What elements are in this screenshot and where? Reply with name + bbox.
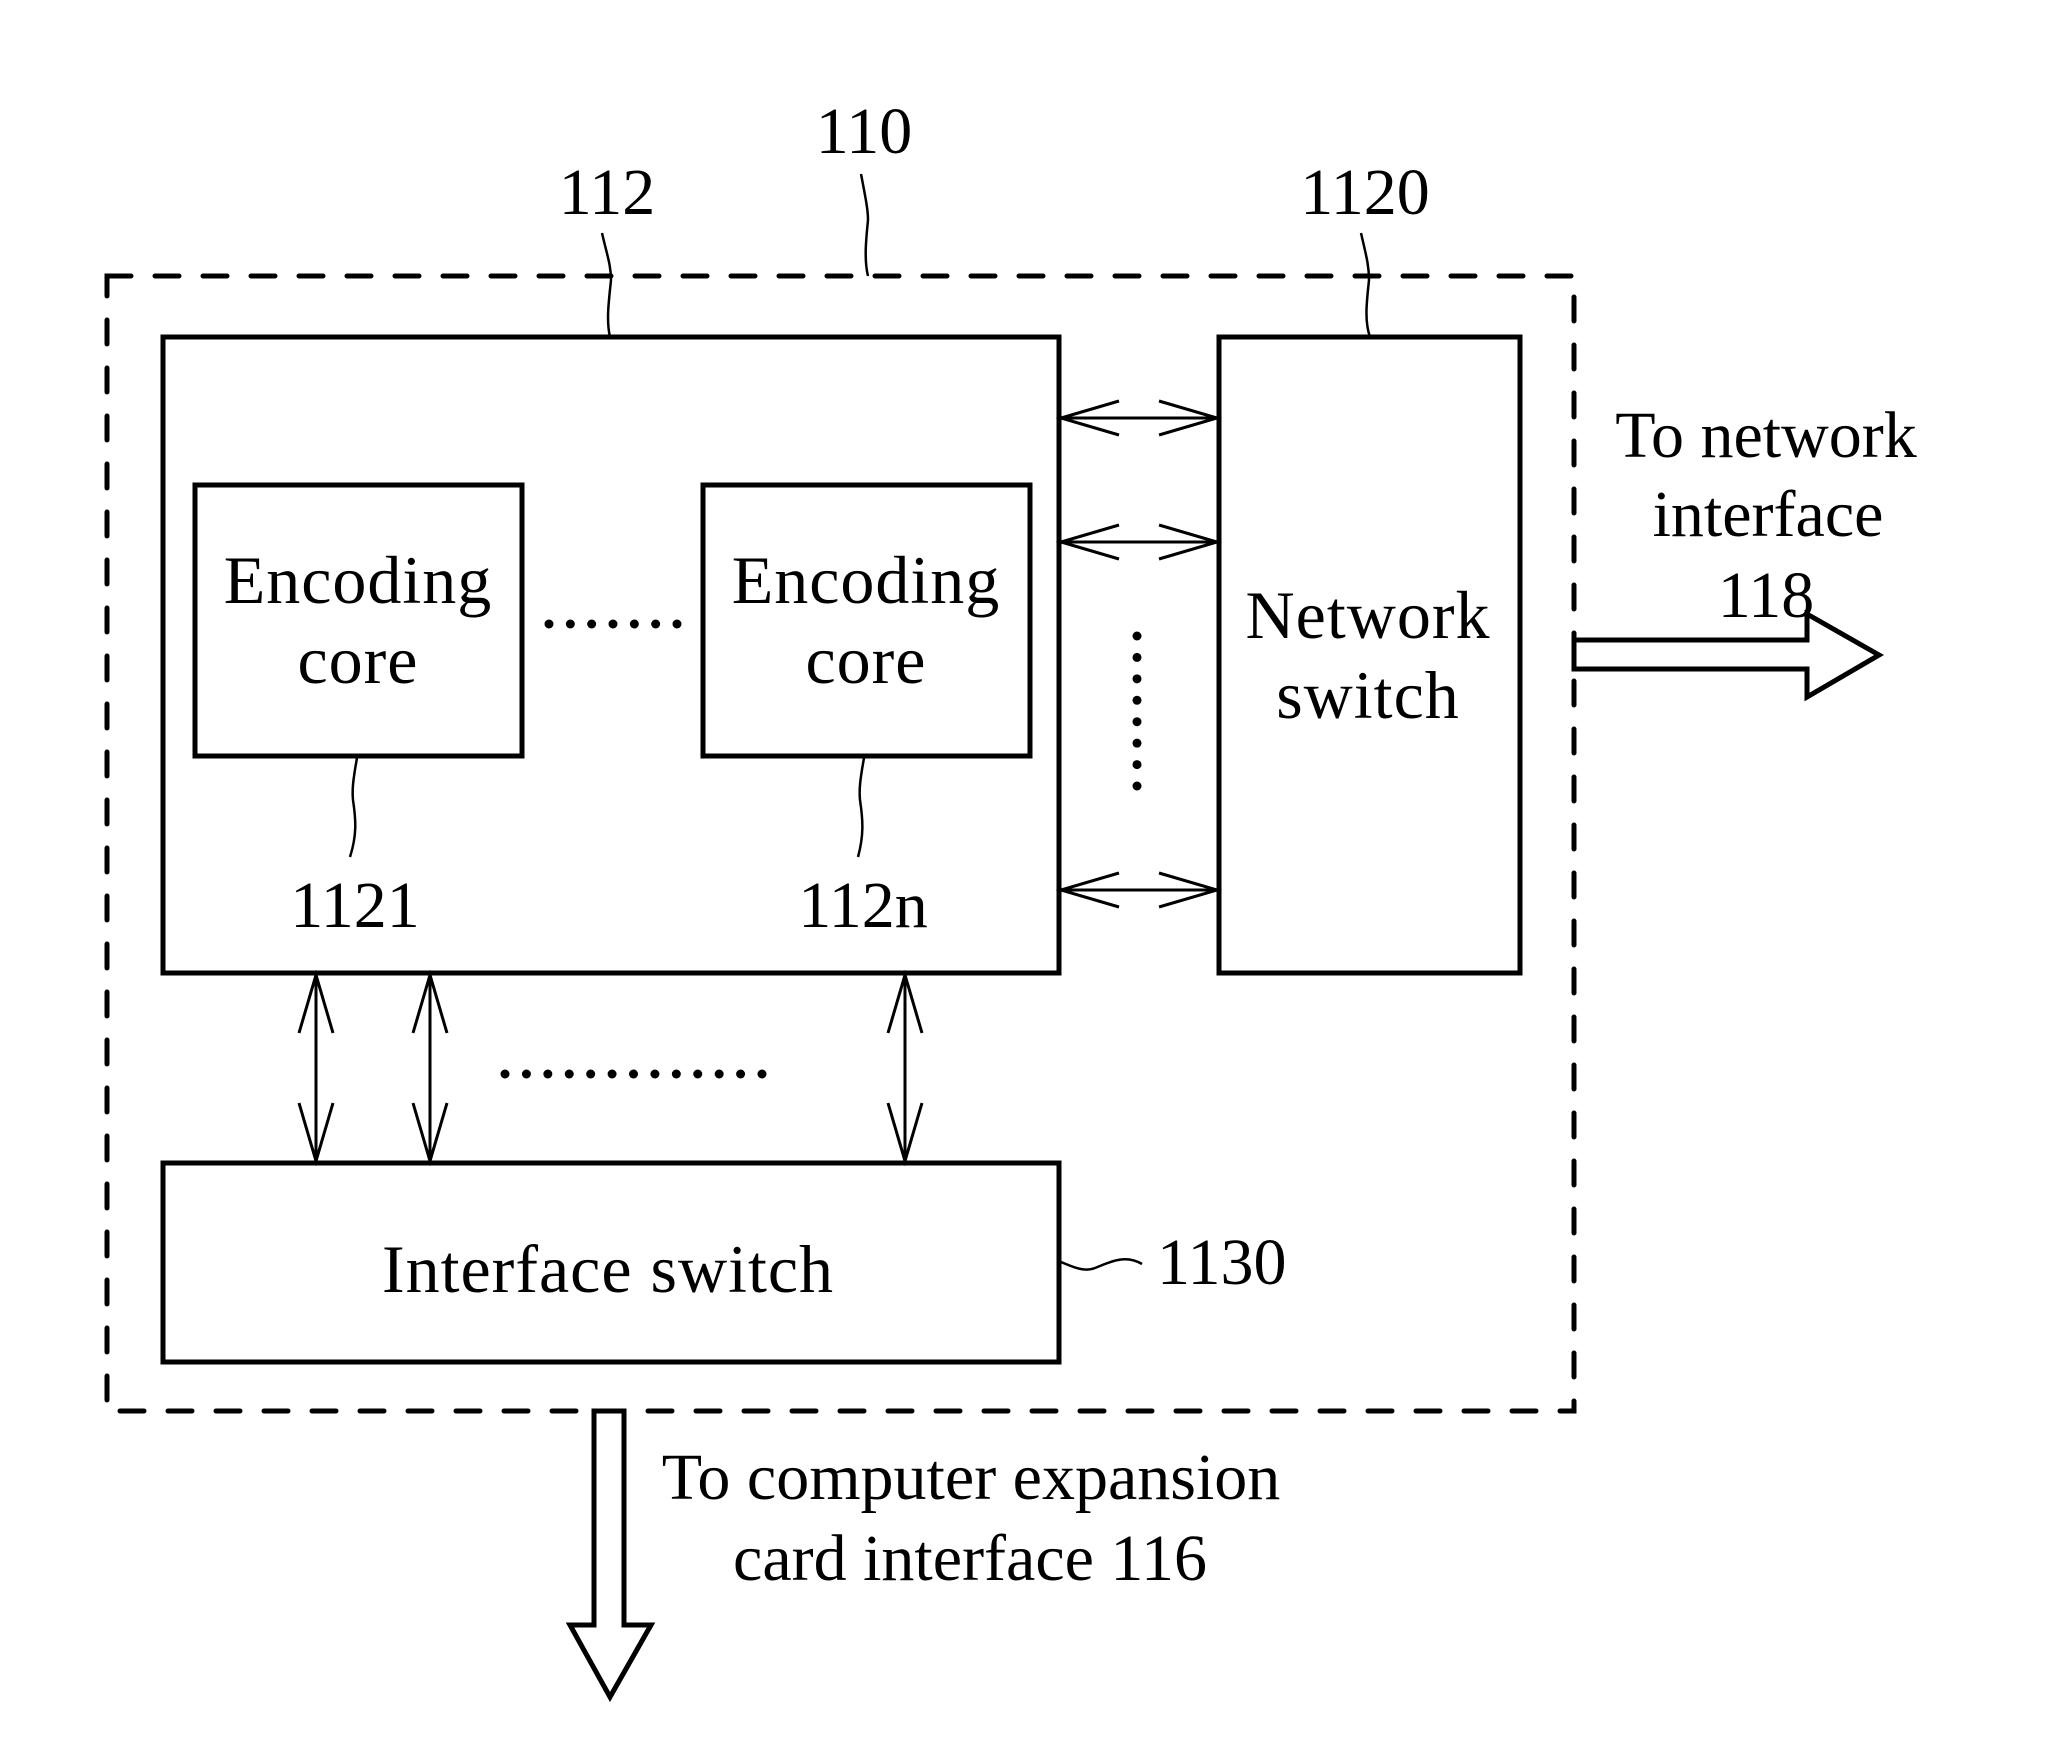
network-link-ellipsis-dot — [1132, 652, 1142, 662]
interface-link-ellipsis-dot — [736, 1069, 746, 1079]
leader-1130 — [1060, 1258, 1143, 1271]
encoder-interface-link — [297, 969, 335, 1167]
ref-label-1121: 1121 — [290, 869, 420, 942]
leader-112n — [856, 757, 866, 858]
encoding-core-1121 — [192, 482, 525, 759]
interface-link-ellipsis-dot — [586, 1069, 596, 1079]
network-link-ellipsis-dot — [1132, 781, 1142, 791]
expansion-output-arrow — [565, 1408, 656, 1703]
encoder-network-link — [1055, 523, 1223, 561]
interface-link-ellipsis-dot — [714, 1069, 724, 1079]
encoder-network-link — [1055, 871, 1223, 909]
interface-link-ellipsis-dot — [693, 1069, 703, 1079]
encoder-interface-links — [297, 969, 924, 1167]
core-ellipsis — [544, 619, 682, 629]
encoding-core-112n-label-line1: Encoding — [732, 542, 1001, 618]
ref-label-112: 112 — [559, 156, 656, 229]
ref-label-112n: 112n — [798, 869, 928, 942]
encoding-core-112n-label-line2: core — [805, 622, 926, 698]
encoder-interface-ellipsis — [500, 1069, 767, 1079]
encoding-core-1121-label-line1: Encoding — [224, 542, 493, 618]
ref-label-1120: 1120 — [1300, 156, 1430, 229]
network-switch-1120 — [1216, 334, 1523, 976]
system-boundary-110 — [104, 273, 1577, 1414]
encoder-interface-link — [411, 969, 449, 1167]
interface-link-ellipsis-dot — [564, 1069, 574, 1079]
core-ellipsis-dot — [608, 619, 618, 629]
network-switch-label-line2: switch — [1276, 657, 1460, 733]
encoder-network-link — [1055, 399, 1223, 437]
interface-link-ellipsis-dot — [500, 1069, 510, 1079]
network-link-ellipsis-dot — [1132, 738, 1142, 748]
encoder-network-ellipsis — [1132, 631, 1142, 791]
expansion-output-label-line1: To computer expansion — [662, 1441, 1281, 1514]
encoding-core-112n — [700, 482, 1033, 759]
interface-link-ellipsis-dot — [671, 1069, 681, 1079]
leader-112 — [600, 232, 613, 338]
core-ellipsis-dot — [544, 619, 554, 629]
interface-link-ellipsis-dot — [650, 1069, 660, 1079]
interface-link-ellipsis-dot — [757, 1069, 767, 1079]
core-ellipsis-dot — [651, 619, 661, 629]
leader-110 — [859, 173, 870, 277]
block-diagram: 110 112 Encoding core 1121 Encoding core… — [104, 95, 1917, 1703]
core-ellipsis-dot — [629, 619, 639, 629]
encoding-core-1121-label-line2: core — [297, 622, 418, 698]
interface-link-ellipsis-dot — [607, 1069, 617, 1079]
network-switch-label-line1: Network — [1246, 577, 1491, 653]
network-output-label-line1: To network — [1615, 399, 1916, 472]
interface-link-ellipsis-dot — [629, 1069, 638, 1079]
core-ellipsis-dot — [672, 619, 682, 629]
core-ellipsis-dot — [565, 619, 575, 629]
leader-1120 — [1359, 232, 1372, 338]
interface-link-ellipsis-dot — [543, 1069, 553, 1079]
encoder-interface-link — [886, 969, 924, 1167]
expansion-output-label-line2: card interface 116 — [733, 1522, 1207, 1595]
network-link-ellipsis-dot — [1132, 695, 1142, 705]
leader-1121 — [348, 757, 359, 858]
network-link-ellipsis-dot — [1132, 631, 1142, 641]
ref-label-110: 110 — [816, 95, 913, 168]
network-link-ellipsis-dot — [1132, 674, 1142, 684]
interface-link-ellipsis-dot — [521, 1069, 531, 1079]
network-link-ellipsis-dot — [1132, 717, 1142, 727]
network-output-label-line3: 118 — [1718, 559, 1815, 632]
ref-label-1130: 1130 — [1157, 1226, 1287, 1299]
network-output-label-line2: interface — [1653, 478, 1884, 551]
interface-switch-label: Interface switch — [382, 1231, 834, 1307]
network-link-ellipsis-dot — [1132, 760, 1142, 770]
core-ellipsis-dot — [587, 619, 597, 629]
